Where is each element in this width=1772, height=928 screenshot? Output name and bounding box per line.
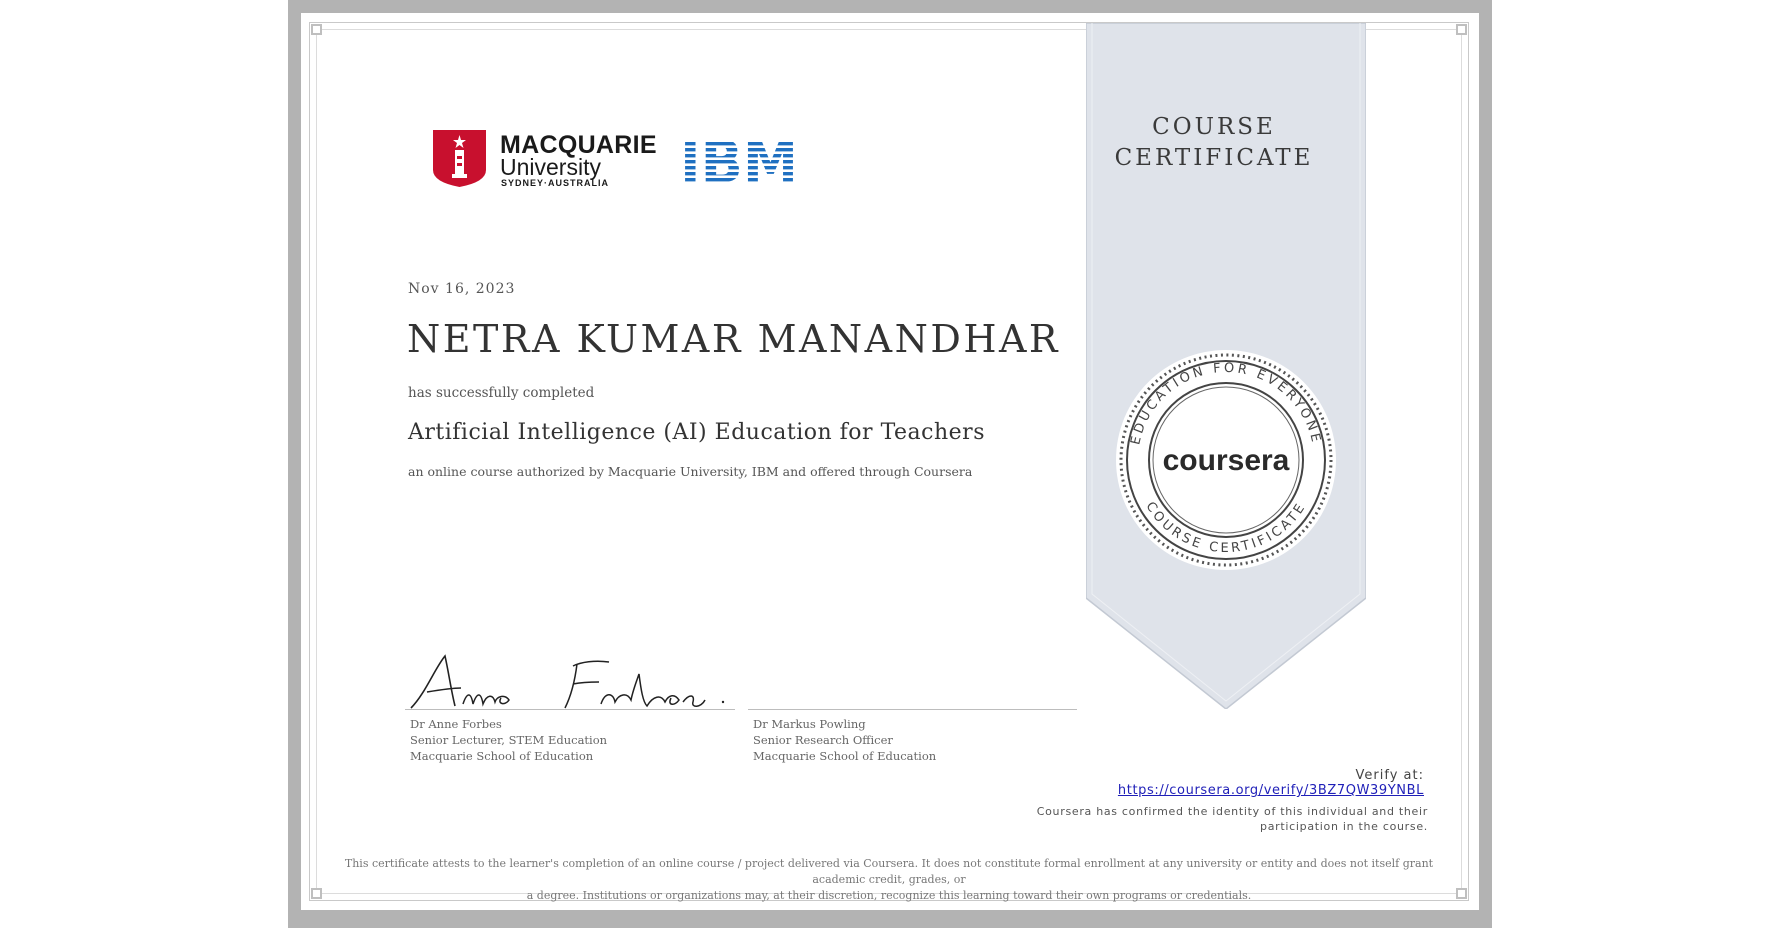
ribbon-title: COURSE CERTIFICATE (1086, 112, 1342, 174)
frame-corner-bottom-right (1456, 888, 1467, 899)
signatory-2: Dr Markus Powling Senior Research Office… (753, 716, 936, 764)
verify-label: Verify at: (1355, 768, 1424, 783)
signatory-1-title: Senior Lecturer, STEM Education (410, 733, 608, 747)
course-title: Artificial Intelligence (AI) Education f… (408, 420, 985, 445)
issue-date: Nov 16, 2023 (408, 281, 516, 297)
verify-link[interactable]: https://coursera.org/verify/3BZ7QW39YNBL (1100, 783, 1424, 798)
macquarie-wordmark-university: University (500, 154, 601, 180)
disclaimer-line2: a degree. Institutions or organizations … (526, 889, 1252, 902)
signatory-2-org: Macquarie School of Education (753, 749, 937, 763)
signatory-2-name: Dr Markus Powling (753, 717, 866, 731)
disclaimer-line1: This certificate attests to the learner'… (344, 857, 1434, 886)
ibm-logo: IBM (680, 136, 798, 184)
ribbon-title-line1: COURSE (1152, 114, 1276, 140)
macquarie-shield-icon (433, 130, 486, 187)
identity-confirmation: Coursera has confirmed the identity of t… (1030, 804, 1428, 834)
completion-statement: has successfully completed (408, 385, 595, 401)
signature-line-2 (748, 709, 1077, 710)
coursera-seal-brand: coursera (1163, 444, 1290, 477)
identity-confirmation-line2: participation in the course. (1260, 820, 1428, 833)
frame-corner-bottom-left (311, 888, 322, 899)
recipient-name: NETRA KUMAR MANANDHAR (407, 317, 1061, 361)
ibm-wordmark: IBM (680, 136, 798, 184)
signature-anne-forbes-image (410, 654, 725, 709)
signature-line-1 (405, 709, 735, 710)
signatory-2-title: Senior Research Officer (753, 733, 893, 747)
frame-corner-top-left (311, 24, 322, 35)
signatory-1-name: Dr Anne Forbes (410, 717, 502, 731)
ribbon-title-line2: CERTIFICATE (1114, 145, 1314, 171)
macquarie-wordmark-location: SYDNEY·AUSTRALIA (501, 178, 610, 188)
authorization-statement: an online course authorized by Macquarie… (408, 464, 973, 479)
certificate-disclaimer: This certificate attests to the learner'… (330, 856, 1448, 904)
coursera-seal: EDUCATION FOR EVERYONE COURSE CERTIFICAT… (1116, 350, 1336, 570)
signatory-1: Dr Anne Forbes Senior Lecturer, STEM Edu… (410, 716, 607, 764)
frame-corner-top-right (1456, 24, 1467, 35)
signatory-1-org: Macquarie School of Education (410, 749, 594, 763)
identity-confirmation-line1: Coursera has confirmed the identity of t… (1036, 805, 1428, 818)
